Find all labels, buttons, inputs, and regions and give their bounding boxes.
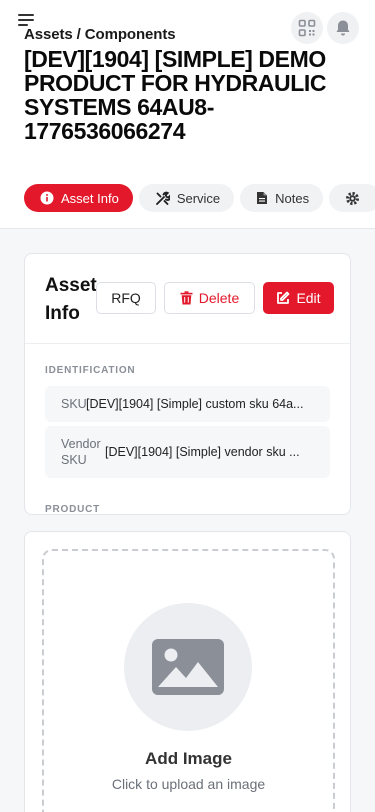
section-label-identification: IDENTIFICATION	[45, 365, 136, 376]
image-placeholder	[124, 603, 252, 731]
section-label-product: PRODUCT	[45, 504, 101, 515]
field-value: [DEV][1904] [Simple] vendor sku ...	[105, 445, 300, 459]
image-icon	[152, 639, 224, 695]
tools-icon	[155, 191, 170, 205]
edit-label: Edit	[296, 290, 321, 306]
add-image-hint: Click to upload an image	[111, 776, 266, 792]
rfq-button[interactable]: RFQ	[96, 282, 156, 314]
gear-icon	[346, 191, 360, 205]
add-image-title: Add Image	[145, 749, 232, 768]
edit-button[interactable]: Edit	[263, 282, 334, 314]
field-value: [DEV][1904] [Simple] custom sku 64a...	[86, 397, 304, 411]
asset-info-card: Asset Info RFQ Delete Edit IDENTIFICATIO…	[24, 253, 351, 515]
page-header: Assets / Components [DEV][1904] [SIMPLE]…	[0, 0, 375, 229]
tab-asset-info[interactable]: Asset Info	[24, 184, 133, 212]
bell-icon	[336, 20, 350, 36]
tab-label: Asset Info	[61, 190, 119, 206]
sku-field: SKU [DEV][1904] [Simple] custom sku 64a.…	[45, 386, 330, 422]
delete-label: Delete	[198, 290, 240, 306]
qr-code-icon	[298, 19, 316, 37]
qr-code-button[interactable]	[291, 12, 323, 44]
breadcrumb[interactable]: Assets / Components	[24, 26, 176, 43]
image-card: Add Image Click to upload an image	[24, 531, 351, 812]
tab-bar: Asset Info Service Notes	[24, 184, 375, 212]
tab-notes[interactable]: Notes	[240, 184, 324, 212]
document-icon	[257, 192, 268, 204]
tab-settings[interactable]	[329, 184, 375, 212]
image-upload-dropzone[interactable]: Add Image Click to upload an image	[42, 549, 335, 812]
tab-label: Service	[176, 190, 221, 206]
edit-icon	[277, 291, 290, 304]
info-icon	[40, 191, 54, 205]
rfq-label: RFQ	[111, 290, 141, 306]
notifications-button[interactable]	[327, 12, 359, 44]
vendor-sku-field: Vendor SKU [DEV][1904] [Simple] vendor s…	[45, 426, 330, 478]
page-title: [DEV][1904] [SIMPLE] DEMO PRODUCT FOR HY…	[24, 46, 327, 144]
menu-icon[interactable]	[18, 14, 34, 26]
tab-label: Notes	[275, 190, 310, 206]
field-label: Vendor SKU	[61, 437, 101, 467]
tab-service[interactable]: Service	[138, 184, 235, 212]
field-label: SKU	[61, 397, 87, 411]
delete-button[interactable]: Delete	[164, 282, 255, 314]
trash-icon	[180, 291, 193, 305]
